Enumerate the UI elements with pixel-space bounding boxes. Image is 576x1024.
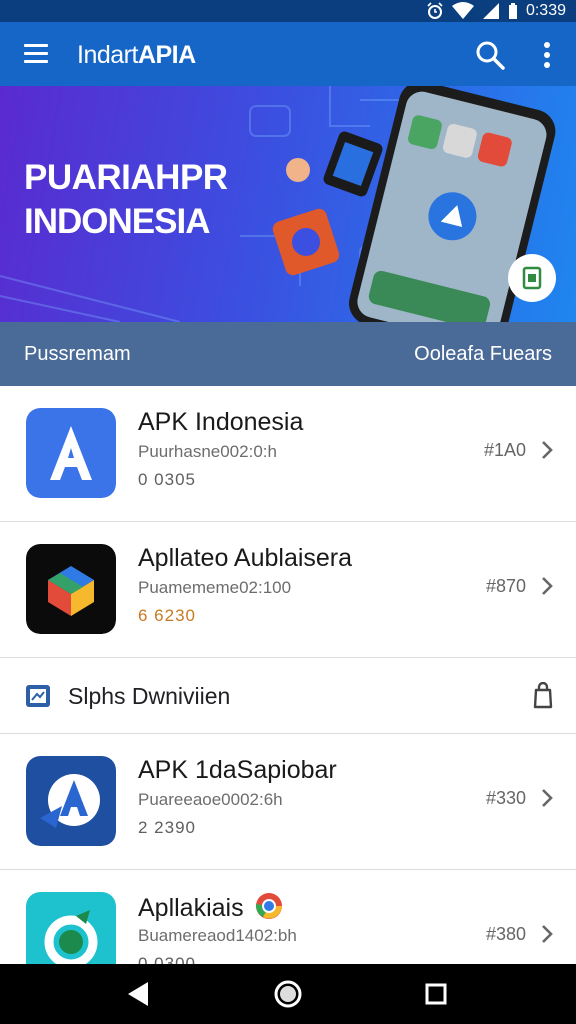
app-meta: 2 2390 — [138, 818, 196, 837]
promo-banner[interactable]: PUARIAHPR INDONESIA — [0, 86, 576, 322]
app-subtitle: Puareeaoe0002:6h — [138, 790, 283, 809]
back-triangle-icon[interactable] — [122, 978, 154, 1010]
browser-logo-icon — [255, 893, 282, 919]
shopping-bag-icon[interactable] — [532, 682, 554, 710]
category-icon — [26, 685, 50, 707]
list-item[interactable]: APK Indonesia Puurhasne002:0:h 0 0305 #1… — [0, 386, 576, 522]
status-time: 0:339 — [525, 2, 566, 19]
app-subtitle: Puamememe02:100 — [138, 578, 292, 597]
app-count: #870 — [485, 576, 526, 596]
app-name: Apllakiais — [138, 892, 283, 923]
home-circle-icon[interactable] — [272, 978, 304, 1010]
app-subtitle: Buamereaod1402:bh — [138, 926, 297, 945]
app-title-light: Indart — [77, 41, 138, 69]
app-count: #380 — [485, 924, 526, 944]
chevron-right-icon — [542, 789, 553, 807]
hamburger-menu-icon[interactable] — [22, 41, 52, 67]
chevron-right-icon — [542, 577, 553, 595]
app-title-bold: APIA — [137, 41, 196, 69]
app-icon-a-circle — [26, 756, 116, 846]
wifi-icon — [451, 2, 474, 19]
app-meta: 6 6230 — [138, 606, 196, 625]
app-name-text: Apllakiais — [138, 894, 244, 922]
status-icons: 0:339 — [426, 0, 566, 22]
battery-icon — [508, 3, 517, 19]
category-row[interactable]: Slphs Dwniviien — [0, 658, 576, 734]
section-left-label[interactable]: Pussremam — [24, 343, 131, 366]
app-icon-a — [26, 408, 116, 498]
banner-headline-line2: INDONESIA — [24, 202, 210, 241]
chevron-right-icon — [542, 925, 553, 943]
search-icon[interactable] — [474, 39, 506, 71]
list-item[interactable]: APK 1daSapiobar Puareeaoe0002:6h 2 2390 … — [0, 734, 576, 870]
banner-headline: PUARIAHPR INDONESIA — [24, 156, 228, 244]
app-count: #330 — [485, 788, 526, 808]
signal-icon — [482, 3, 499, 19]
alarm-icon — [427, 2, 443, 19]
list-item[interactable]: Apllateo Aublaisera Puamememe02:100 6 62… — [0, 522, 576, 658]
recents-square-icon[interactable] — [420, 978, 452, 1010]
more-vert-icon[interactable] — [535, 39, 559, 71]
section-right-label[interactable]: Ooleafa Fuears — [414, 343, 552, 366]
section-bar: Pussremam Ooleafa Fuears — [0, 322, 576, 386]
app-name: APK 1daSapiobar — [138, 756, 337, 784]
app-title: IndartAPIA — [77, 41, 196, 70]
app-meta: 0 0305 — [138, 470, 196, 489]
app-name: APK Indonesia — [138, 408, 304, 436]
app-count: #1A0 — [483, 440, 526, 460]
app-bar: IndartAPIA — [0, 22, 576, 86]
app-icon-cube — [26, 544, 116, 634]
system-navigation-bar — [0, 964, 576, 1024]
status-bar: 0:339 — [0, 0, 576, 22]
app-name: Apllateo Aublaisera — [138, 544, 353, 572]
banner-badge-button[interactable] — [508, 254, 556, 302]
app-subtitle: Puurhasne002:0:h — [138, 442, 277, 461]
chevron-right-icon — [542, 441, 553, 459]
category-label: Slphs Dwniviien — [68, 683, 231, 709]
banner-headline-line1: PUARIAHPR — [24, 158, 228, 197]
